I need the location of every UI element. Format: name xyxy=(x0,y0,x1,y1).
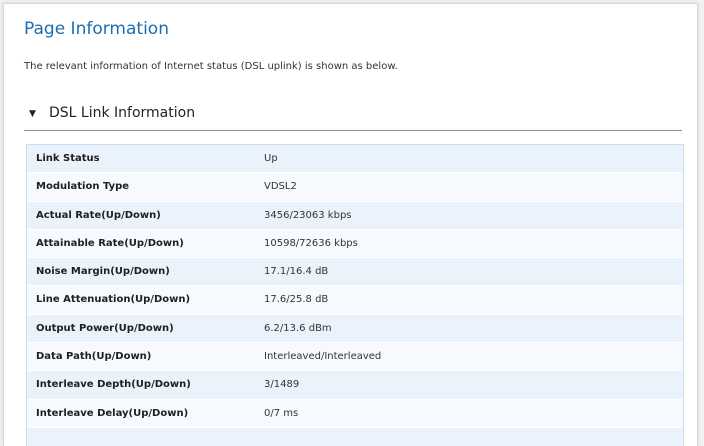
table-row: Line Attenuation(Up/Down) 17.6/25.8 dB xyxy=(27,286,683,315)
page-container: Page Information The relevant informatio… xyxy=(3,3,698,446)
row-value: 3/1489 xyxy=(264,379,300,391)
page-description: The relevant information of Internet sta… xyxy=(24,61,398,72)
row-label: Interleave Depth(Up/Down) xyxy=(36,379,191,391)
row-label: Link Status xyxy=(36,153,100,164)
table-row: Interleave Depth(Up/Down) 3/1489 xyxy=(27,371,683,400)
row-value: Interleaved/Interleaved xyxy=(264,351,382,363)
table-row: Link Status Up xyxy=(27,145,683,174)
table-row: Interleave Delay(Up/Down) 0/7 ms xyxy=(27,399,683,428)
table-row: Data Path(Up/Down) Interleaved/Interleav… xyxy=(27,343,683,372)
row-value: 6.2/13.6 dBm xyxy=(264,322,332,334)
table-row: Output Power(Up/Down) 6.2/13.6 dBm xyxy=(27,314,683,344)
dsl-info-table: Link Status Up Modulation Type VDSL2 Act… xyxy=(26,144,684,446)
row-value: VDSL2 xyxy=(264,181,297,193)
row-label: Data Path(Up/Down) xyxy=(36,351,152,363)
table-row: Modulation Type VDSL2 xyxy=(27,173,683,202)
row-label: Interleave Delay(Up/Down) xyxy=(36,407,189,419)
table-row: Noise Margin(Up/Down) 17.1/16.4 dB xyxy=(27,258,683,287)
row-label: Actual Rate(Up/Down) xyxy=(36,209,161,221)
row-label: Modulation Type xyxy=(36,181,130,193)
row-label: Noise Margin(Up/Down) xyxy=(36,266,170,278)
page-title: Page Information xyxy=(24,19,169,39)
row-value: 17.1/16.4 dB xyxy=(264,266,329,278)
row-label: Attainable Rate(Up/Down) xyxy=(36,237,184,249)
row-label: Line Attenuation(Up/Down) xyxy=(36,294,191,306)
row-value: 10598/72636 kbps xyxy=(264,237,358,249)
row-value: 17.6/25.8 dB xyxy=(264,294,329,306)
section-header-dsl-link[interactable]: ▼ DSL Link Information xyxy=(24,105,682,131)
section-title: DSL Link Information xyxy=(49,105,196,121)
triangle-down-icon[interactable]: ▼ xyxy=(29,109,36,119)
row-value: 0/7 ms xyxy=(264,407,299,419)
row-value: Up xyxy=(264,153,278,164)
table-row: Actual Rate(Up/Down) 3456/23063 kbps xyxy=(27,201,683,230)
table-row: Attainable Rate(Up/Down) 10598/72636 kbp… xyxy=(27,229,683,259)
row-label: Output Power(Up/Down) xyxy=(36,322,174,334)
table-row-partial xyxy=(27,427,683,446)
row-value: 3456/23063 kbps xyxy=(264,209,352,221)
